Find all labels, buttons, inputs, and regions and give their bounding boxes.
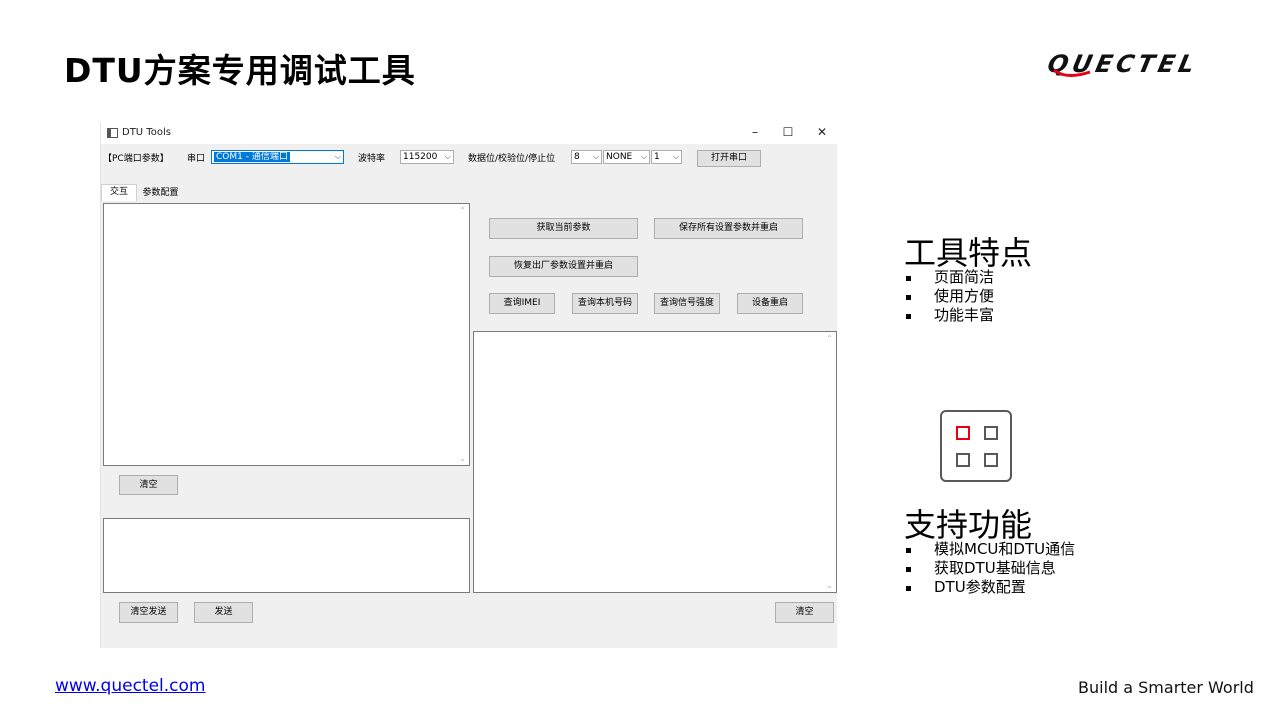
chevron-down-icon: ⌵ bbox=[640, 152, 647, 161]
stopbits-select[interactable]: 1 ⌵ bbox=[651, 150, 682, 164]
grid-square-icon bbox=[956, 453, 970, 467]
port-select[interactable]: COM1 - 通信端口 ⌵ bbox=[211, 150, 344, 164]
tab-param-config[interactable]: 参数配置 bbox=[138, 186, 183, 201]
stopbits-select-value: 1 bbox=[654, 152, 660, 162]
list-item: DTU参数配置 bbox=[904, 578, 1075, 597]
clear-send-button[interactable]: 清空发送 bbox=[119, 602, 178, 623]
minimize-button[interactable]: – bbox=[747, 125, 763, 139]
slide-title: DTU方案专用调试工具 bbox=[64, 51, 416, 90]
parity-select-value: NONE bbox=[606, 152, 633, 162]
open-port-button[interactable]: 打开串口 bbox=[697, 150, 761, 167]
baud-select-value: 115200 bbox=[403, 152, 438, 162]
output-textarea[interactable]: ⌃ ⌄ bbox=[473, 331, 837, 593]
baud-select[interactable]: 115200 ⌵ bbox=[400, 150, 454, 164]
scroll-down-icon[interactable]: ⌄ bbox=[826, 581, 833, 590]
factory-reset-button[interactable]: 恢复出厂参数设置并重启 bbox=[489, 256, 638, 277]
baud-label: 波特率 bbox=[358, 154, 386, 164]
databits-select[interactable]: 8 ⌵ bbox=[571, 150, 602, 164]
get-params-button[interactable]: 获取当前参数 bbox=[489, 218, 638, 239]
tab-interaction[interactable]: 交互 bbox=[101, 184, 137, 201]
chevron-down-icon: ⌵ bbox=[334, 152, 341, 161]
window-titlebar[interactable]: DTU Tools – ☐ ✕ bbox=[101, 122, 837, 144]
maximize-button[interactable]: ☐ bbox=[780, 125, 796, 139]
list-item: 获取DTU基础信息 bbox=[904, 559, 1075, 578]
port-label: 串口 bbox=[187, 154, 206, 164]
app-icon bbox=[107, 128, 118, 138]
list-item: 功能丰富 bbox=[904, 306, 994, 325]
databits-select-value: 8 bbox=[574, 152, 580, 162]
chevron-down-icon: ⌵ bbox=[672, 152, 679, 161]
grid-apps-icon bbox=[940, 410, 1012, 482]
clear-output-button[interactable]: 清空 bbox=[775, 602, 834, 623]
frame-format-label: 数据位/校验位/停止位 bbox=[468, 154, 556, 164]
close-button[interactable]: ✕ bbox=[814, 125, 830, 139]
save-restart-button[interactable]: 保存所有设置参数并重启 bbox=[654, 218, 803, 239]
window-title: DTU Tools bbox=[122, 127, 171, 138]
list-item: 使用方便 bbox=[904, 287, 994, 306]
parity-select[interactable]: NONE ⌵ bbox=[603, 150, 650, 164]
send-button[interactable]: 发送 bbox=[194, 602, 253, 623]
list-item: 页面简洁 bbox=[904, 268, 994, 287]
port-select-value: COM1 - 通信端口 bbox=[214, 152, 290, 162]
features-list: 页面简洁 使用方便 功能丰富 bbox=[904, 268, 994, 325]
slogan: Build a Smarter World bbox=[1078, 678, 1254, 697]
chevron-down-icon: ⌵ bbox=[592, 152, 599, 161]
pc-port-params-label: 【PC端口参数】 bbox=[103, 154, 169, 164]
query-number-button[interactable]: 查询本机号码 bbox=[572, 293, 638, 314]
grid-square-icon bbox=[984, 426, 998, 440]
scroll-up-icon[interactable]: ⌃ bbox=[459, 206, 466, 215]
logo-swoosh-icon bbox=[1053, 68, 1091, 77]
support-list: 模拟MCU和DTU通信 获取DTU基础信息 DTU参数配置 bbox=[904, 540, 1075, 597]
scroll-up-icon[interactable]: ⌃ bbox=[826, 334, 833, 343]
send-textarea[interactable] bbox=[103, 518, 470, 593]
scroll-down-icon[interactable]: ⌄ bbox=[459, 454, 466, 463]
dtu-tools-window: DTU Tools – ☐ ✕ 【PC端口参数】 串口 COM1 - 通信端口 … bbox=[100, 122, 837, 648]
query-imei-button[interactable]: 查询IMEI bbox=[489, 293, 555, 314]
query-signal-button[interactable]: 查询信号强度 bbox=[654, 293, 720, 314]
list-item: 模拟MCU和DTU通信 bbox=[904, 540, 1075, 559]
grid-square-icon bbox=[956, 426, 970, 440]
device-restart-button[interactable]: 设备重启 bbox=[737, 293, 803, 314]
website-link[interactable]: www.quectel.com bbox=[55, 676, 206, 696]
chevron-down-icon: ⌵ bbox=[444, 152, 451, 161]
clear-receive-button[interactable]: 清空 bbox=[119, 475, 178, 495]
receive-textarea[interactable]: ⌃ ⌄ bbox=[103, 203, 470, 466]
grid-square-icon bbox=[984, 453, 998, 467]
